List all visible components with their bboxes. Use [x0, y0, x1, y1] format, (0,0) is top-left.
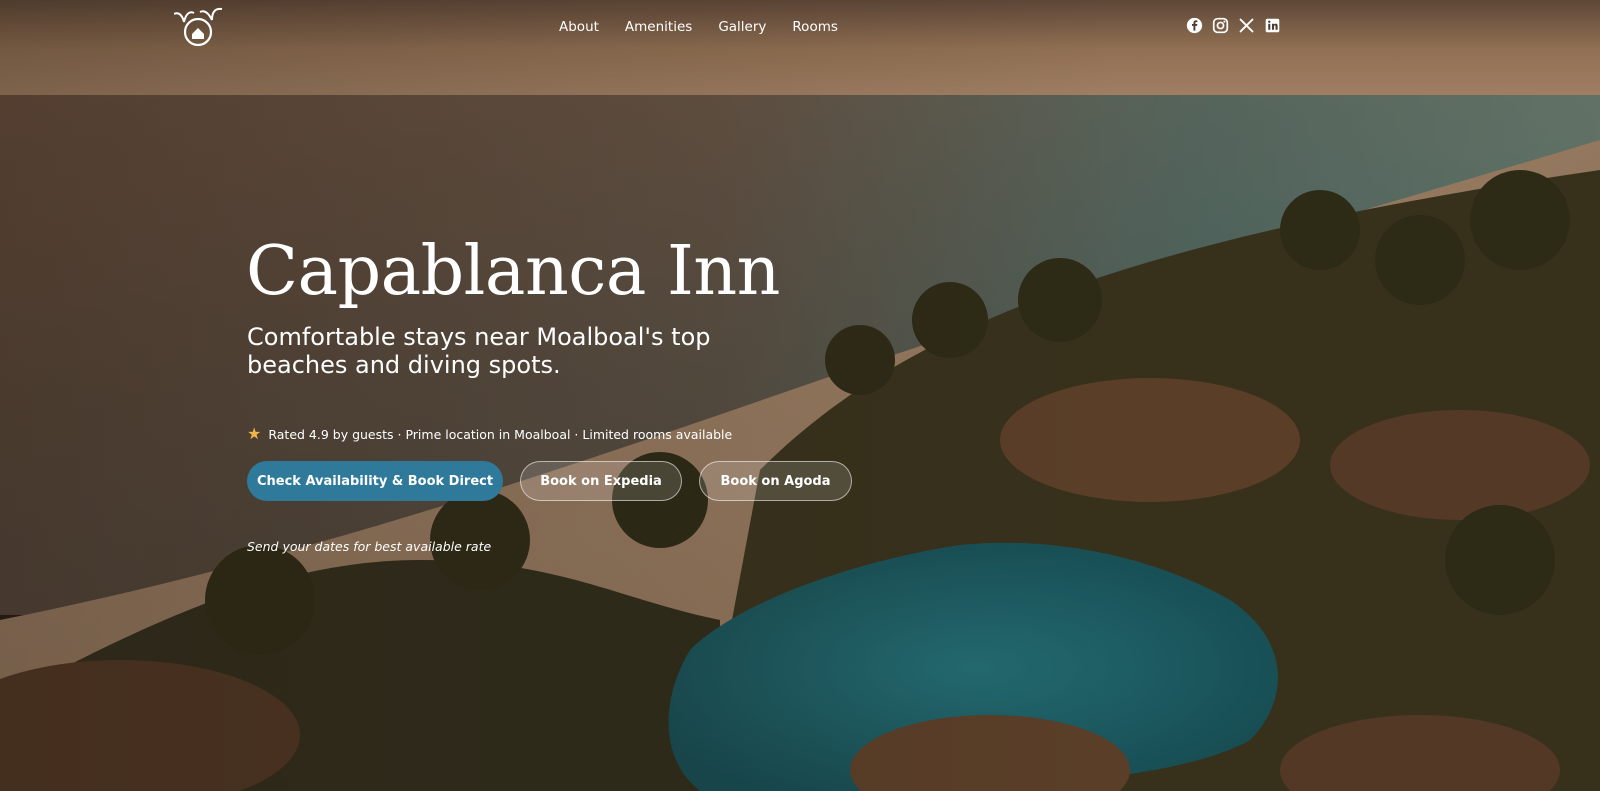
instagram-icon[interactable]: [1212, 17, 1229, 34]
booking-buttons: Check Availability & Book Direct Book on…: [247, 461, 852, 503]
star-icon: ★: [247, 424, 262, 443]
nav-link-amenities[interactable]: Amenities: [625, 16, 692, 38]
hero-section: About Amenities Gallery Rooms Capablanca…: [0, 0, 1600, 791]
palm-house-logo-icon[interactable]: [173, 4, 226, 48]
check-availability-button[interactable]: Check Availability & Book Direct: [247, 461, 503, 501]
book-on-agoda-button[interactable]: Book on Agoda: [699, 461, 852, 501]
book-on-expedia-button[interactable]: Book on Expedia: [520, 461, 682, 501]
linkedin-icon[interactable]: [1264, 17, 1281, 34]
hero-overlay: [0, 0, 1600, 791]
nav-link-gallery[interactable]: Gallery: [718, 16, 766, 38]
booking-note: Send your dates for best available rate: [247, 539, 492, 554]
main-nav: About Amenities Gallery Rooms: [559, 16, 864, 38]
hero-subtitle: Comfortable stays near Moalboal's top be…: [247, 323, 711, 379]
nav-link-rooms[interactable]: Rooms: [792, 16, 837, 38]
x-icon[interactable]: [1238, 17, 1255, 34]
rating-line: ★ Rated 4.9 by guests · Prime location i…: [247, 424, 732, 444]
rating-text: Rated 4.9 by guests · Prime location in …: [268, 426, 733, 442]
site-header: About Amenities Gallery Rooms: [0, 0, 1600, 54]
nav-link-about[interactable]: About: [559, 16, 599, 38]
social-links: [1186, 17, 1281, 37]
hero-title: Capablanca Inn: [246, 232, 780, 311]
facebook-icon[interactable]: [1186, 17, 1203, 34]
